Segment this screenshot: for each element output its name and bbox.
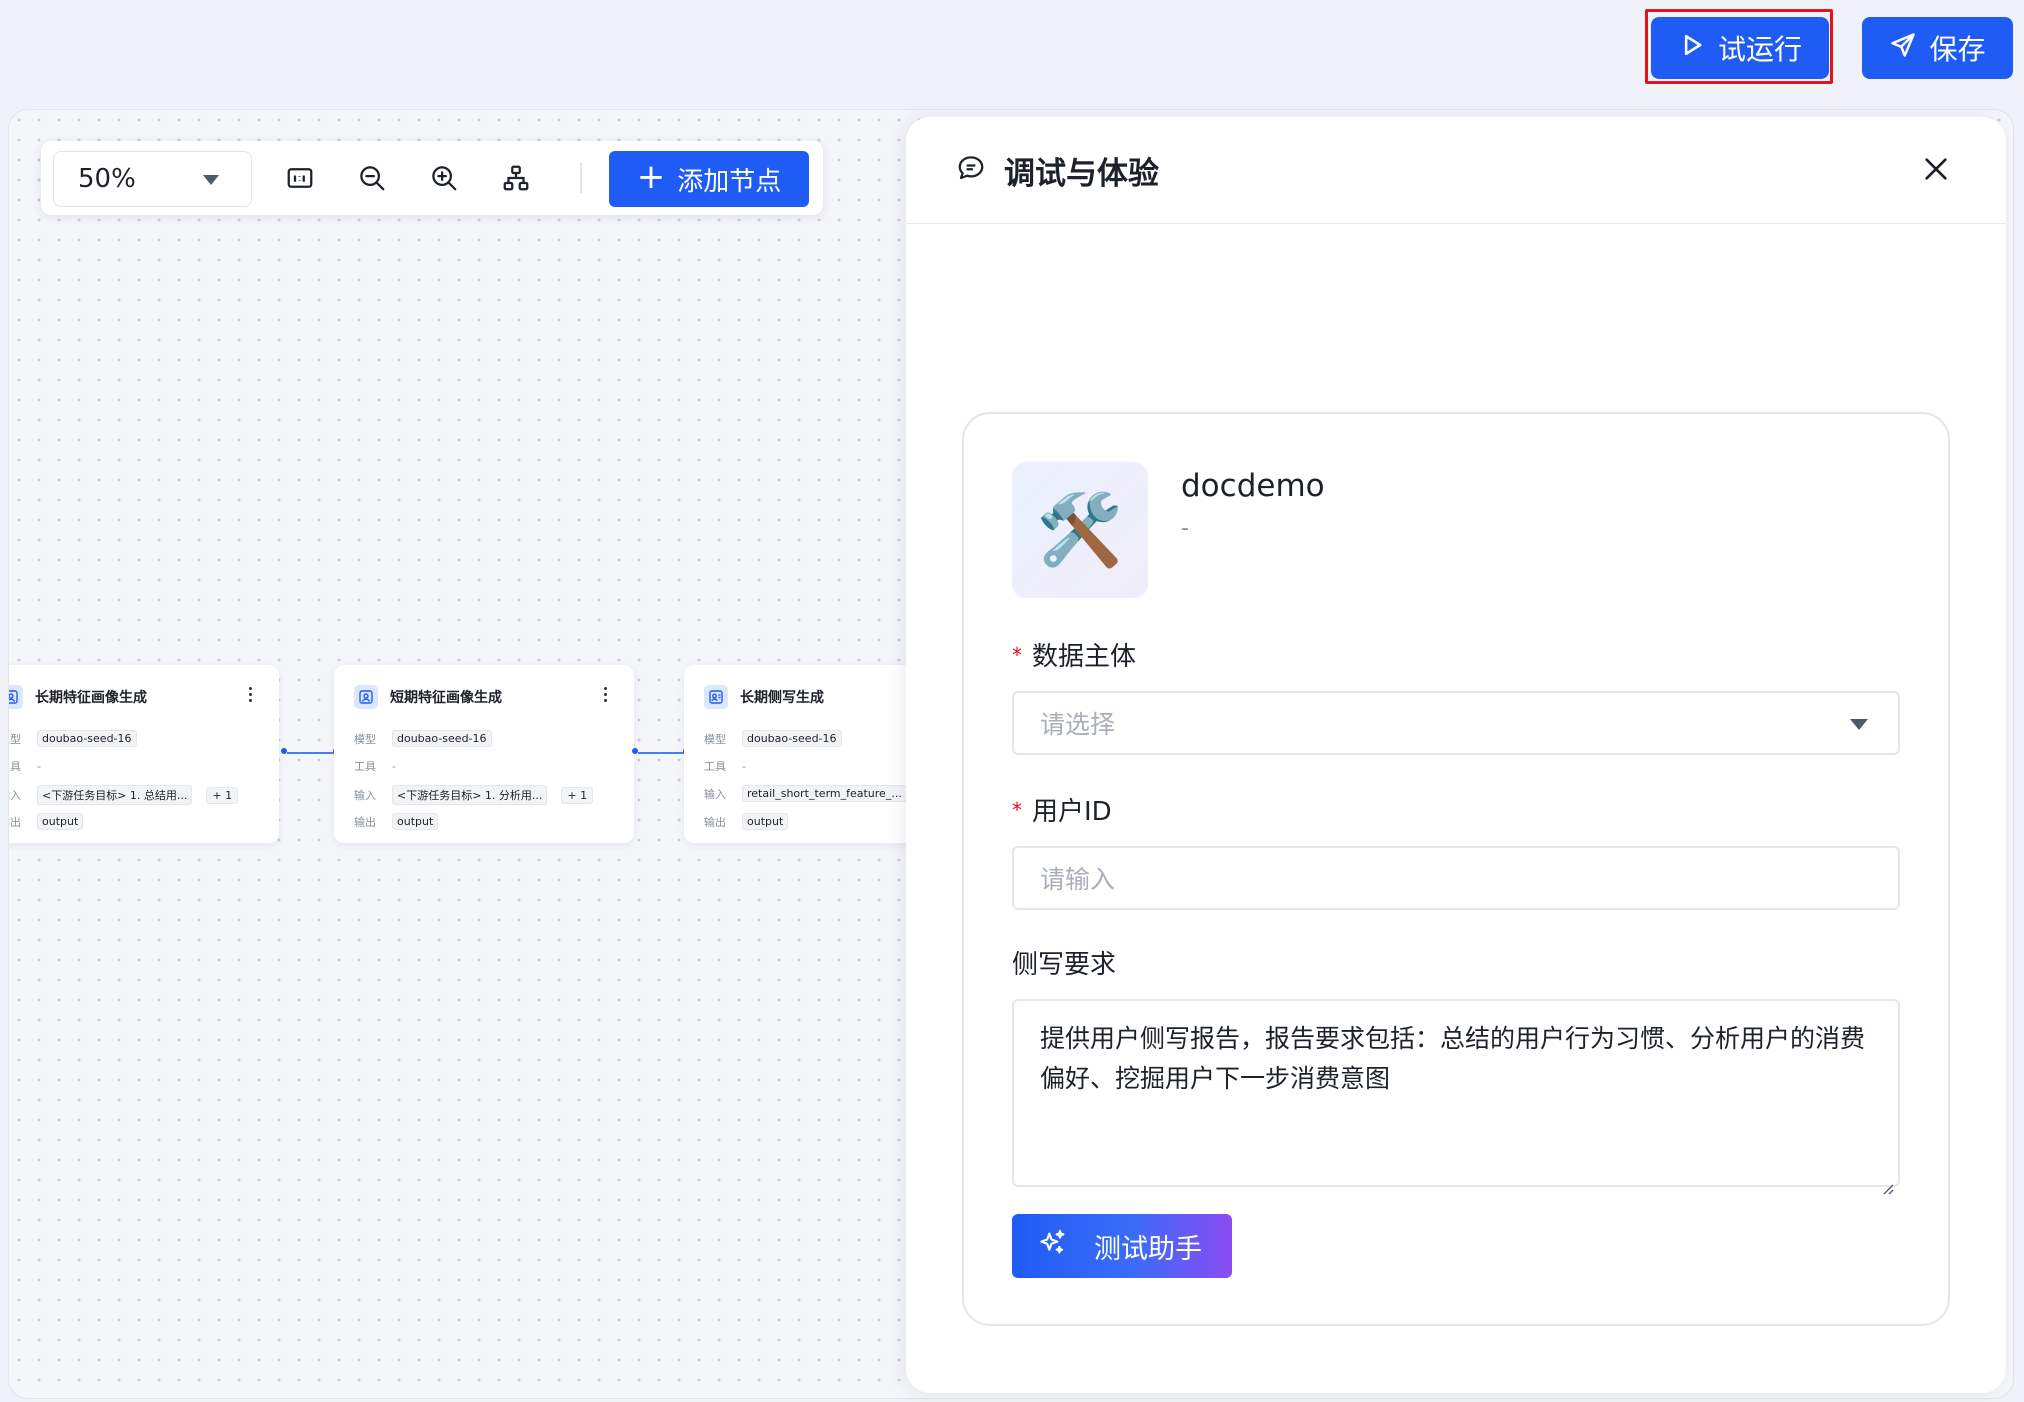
user-id-label: * 用户ID <box>1012 791 1112 828</box>
data-subject-label-text: 数据主体 <box>1032 642 1137 672</box>
test-assistant-label: 测试助手 <box>1094 1233 1202 1265</box>
caret-down-icon <box>203 175 219 185</box>
node-row-badge: + 1 <box>561 786 594 804</box>
user-id-label-text: 用户ID <box>1032 797 1112 827</box>
sparkle-icon <box>1036 1227 1068 1266</box>
node-row-value: - <box>37 759 41 773</box>
app-name: docdemo <box>1181 468 1325 504</box>
more-icon[interactable] <box>249 687 253 705</box>
node-row-key: 输入 <box>9 789 21 802</box>
node-row-value: - <box>392 759 396 773</box>
node-connector <box>287 752 336 754</box>
node-row-key: 输出 <box>704 815 726 829</box>
caret-down-icon <box>1850 719 1868 730</box>
app-description: - <box>1181 516 1189 541</box>
test-run-button[interactable]: 试运行 <box>1651 17 1829 79</box>
test-assistant-button[interactable]: 测试助手 <box>1012 1214 1232 1278</box>
play-icon <box>1678 31 1706 66</box>
data-subject-placeholder: 请选择 <box>1040 710 1116 739</box>
node-row-key: 工具 <box>9 760 21 773</box>
required-mark: * <box>1012 643 1022 667</box>
fit-view-icon[interactable] <box>285 163 315 193</box>
node-row-value: <下游任务目标> 1. 分析用... <box>392 785 548 805</box>
node-row-key: 模型 <box>354 732 376 746</box>
auto-layout-icon[interactable] <box>501 163 531 193</box>
zoom-out-icon[interactable] <box>357 163 387 193</box>
node-title: 长期特征画像生成 <box>35 690 147 706</box>
node-title: 短期特征画像生成 <box>390 690 502 706</box>
debug-panel-header: 调试与体验 <box>906 117 2006 224</box>
portrait-icon <box>9 685 23 709</box>
node-row-key: 模型 <box>704 732 726 746</box>
add-node-button[interactable]: + 添加节点 <box>609 151 809 207</box>
debug-panel: 调试与体验 🛠️ docdemo - * 数据主体 请选择 * 用户ID 请输入 侧… <box>906 117 2006 1393</box>
node-row-value: - <box>742 759 746 773</box>
node-row-key: 输出 <box>9 815 21 829</box>
profile-requirement-value: 提供用户侧写报告，报告要求包括：总结的用户行为习惯、分析用户的消费偏好、挖掘用户… <box>1040 1024 1866 1093</box>
user-id-placeholder: 请输入 <box>1040 865 1116 894</box>
node-row-value: doubao-seed-16 <box>392 730 492 747</box>
profile-card-icon <box>704 685 728 709</box>
canvas-toolbar: 50% + 添加节点 <box>41 141 823 215</box>
node-row-value: retail_short_term_feature_... <box>742 785 907 802</box>
node-row-value: doubao-seed-16 <box>742 730 842 747</box>
resize-handle-icon[interactable] <box>1880 1167 1894 1195</box>
chat-bubble-icon <box>956 153 986 187</box>
profile-requirement-label: 侧写要求 <box>1012 950 1117 980</box>
node-row-value: <下游任务目标> 1. 总结用... <box>37 785 193 805</box>
required-mark: * <box>1012 798 1022 822</box>
send-icon <box>1889 31 1917 66</box>
node-connector <box>638 752 686 754</box>
node-row-value: output <box>742 813 789 830</box>
add-node-label: 添加节点 <box>677 166 782 197</box>
profile-requirement-textarea[interactable]: 提供用户侧写报告，报告要求包括：总结的用户行为习惯、分析用户的消费偏好、挖掘用户… <box>1012 999 1900 1195</box>
save-label: 保存 <box>1929 33 1986 66</box>
node-title: 长期侧写生成 <box>740 690 824 706</box>
workflow-node[interactable]: 长期特征画像生成 模型 doubao-seed-16 工具 - 输入 <下游任务目标>… <box>9 665 279 843</box>
zoom-in-icon[interactable] <box>429 163 459 193</box>
app-input-card: 🛠️ docdemo - * 数据主体 请选择 * 用户ID 请输入 侧写要求 提供… <box>962 412 1950 1326</box>
node-row-key: 模型 <box>9 732 21 746</box>
node-row-value: output <box>392 813 439 830</box>
node-row-value: doubao-seed-16 <box>37 730 137 747</box>
user-id-input[interactable]: 请输入 <box>1012 846 1900 910</box>
data-subject-select[interactable]: 请选择 <box>1012 691 1900 755</box>
plus-icon: + <box>636 157 666 197</box>
save-button[interactable]: 保存 <box>1862 17 2013 79</box>
data-subject-label: * 数据主体 <box>1012 636 1136 673</box>
node-row-key: 输入 <box>354 789 376 802</box>
node-row-key: 工具 <box>704 760 726 773</box>
tools-icon: 🛠️ <box>1012 462 1148 598</box>
close-icon[interactable] <box>1920 153 1952 185</box>
node-row-key: 输出 <box>354 815 376 829</box>
test-run-label: 试运行 <box>1717 33 1802 66</box>
portrait-icon <box>354 685 378 709</box>
node-row-key: 输入 <box>704 787 726 801</box>
zoom-value: 50% <box>78 164 136 194</box>
node-row-badge: + 1 <box>206 786 239 804</box>
zoom-select[interactable]: 50% <box>53 151 252 207</box>
node-row-value: output <box>37 813 84 830</box>
toolbar-divider <box>580 163 582 193</box>
more-icon[interactable] <box>604 687 608 705</box>
panel-title: 调试与体验 <box>1004 155 1159 192</box>
node-row-key: 工具 <box>354 760 376 773</box>
workflow-node[interactable]: 短期特征画像生成 模型 doubao-seed-16 工具 - 输入 <下游任务目标>… <box>334 665 634 843</box>
